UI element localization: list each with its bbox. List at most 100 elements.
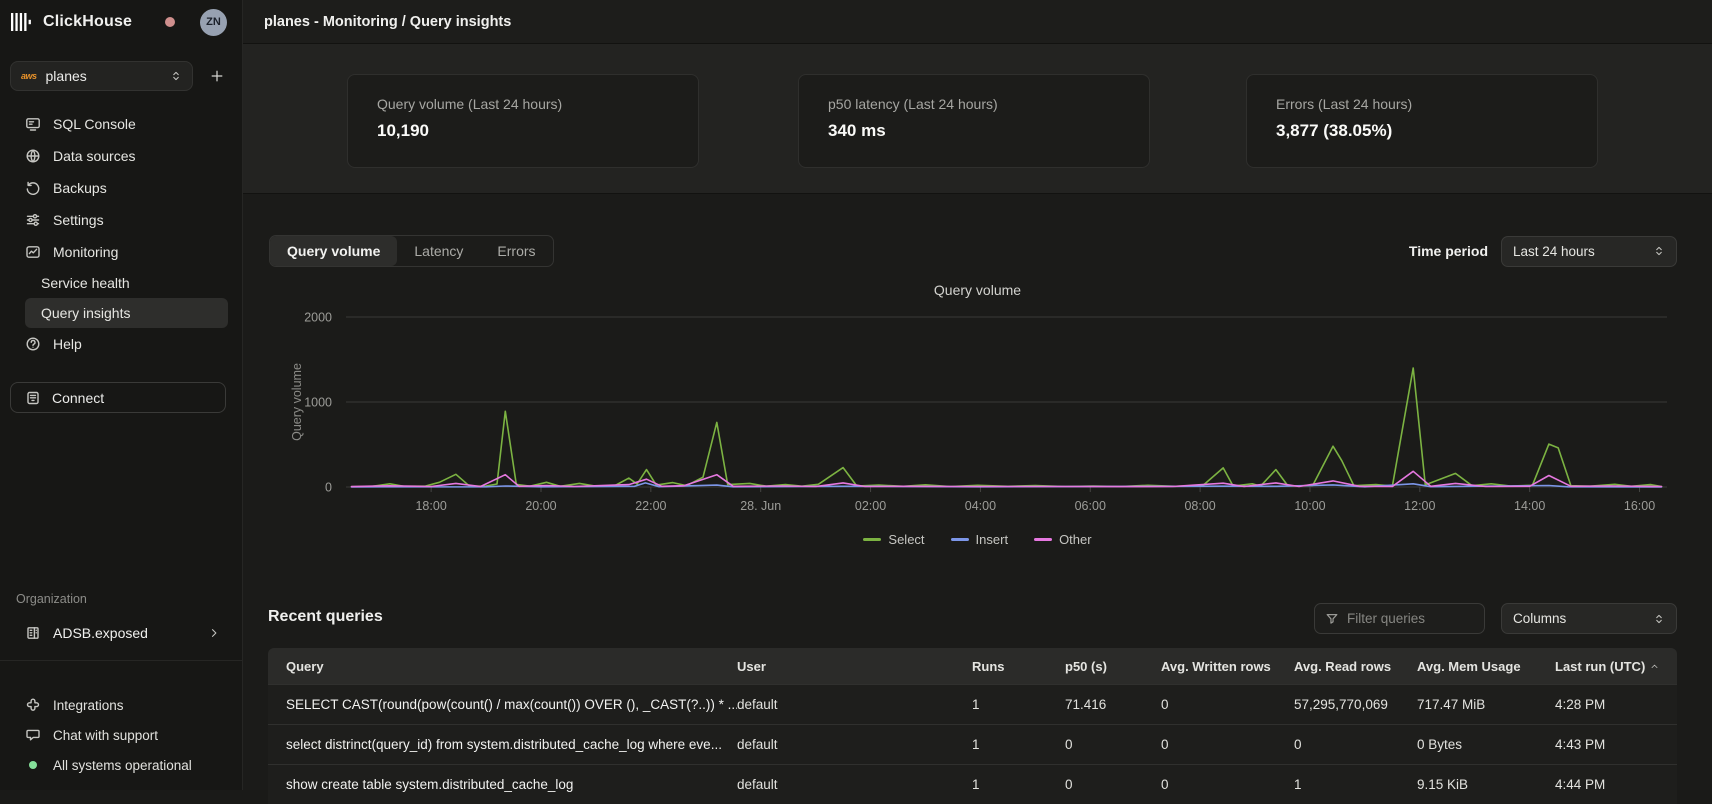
col-header-query[interactable]: Query bbox=[268, 659, 737, 674]
filter-queries-input[interactable] bbox=[1347, 611, 1467, 626]
svg-text:0: 0 bbox=[325, 481, 332, 495]
stat-card-errors: Errors (Last 24 hours) 3,877 (38.05%) bbox=[1246, 74, 1598, 168]
svg-text:08:00: 08:00 bbox=[1184, 499, 1215, 513]
breadcrumb: planes - Monitoring / Query insights bbox=[264, 14, 511, 30]
stat-value: 340 ms bbox=[828, 121, 1120, 141]
table-row[interactable]: select distrinct(query_id) from system.d… bbox=[268, 724, 1677, 764]
query-volume-chart-svg[interactable]: 01000200018:0020:0022:0028. Jun02:0004:0… bbox=[243, 300, 1712, 535]
sidebar-nav: SQL Console Data sources Backups Setting… bbox=[25, 108, 228, 360]
recent-queries-table: Query User Runs p50 (s) Avg. Written row… bbox=[268, 648, 1677, 804]
legend-dash bbox=[863, 538, 881, 541]
chat-bubble-icon bbox=[25, 727, 41, 743]
chevron-updown-icon bbox=[1653, 245, 1665, 257]
sort-asc-icon bbox=[1650, 662, 1659, 671]
stat-card-query-volume: Query volume (Last 24 hours) 10,190 bbox=[347, 74, 699, 168]
sidebar-item-settings[interactable]: Settings bbox=[25, 204, 228, 236]
console-icon bbox=[25, 116, 41, 132]
sidebar-item-help[interactable]: Help bbox=[25, 328, 228, 360]
sidebar-footer: Integrations Chat with support All syste… bbox=[25, 690, 228, 780]
chevron-updown-icon bbox=[1653, 613, 1665, 625]
history-restore-icon bbox=[25, 180, 41, 196]
sidebar-item-backups[interactable]: Backups bbox=[25, 172, 228, 204]
notification-dot-icon bbox=[165, 17, 175, 27]
svg-text:02:00: 02:00 bbox=[855, 499, 886, 513]
svg-text:10:00: 10:00 bbox=[1294, 499, 1325, 513]
legend-item-other[interactable]: Other bbox=[1034, 532, 1092, 547]
stat-label: Query volume (Last 24 hours) bbox=[377, 96, 669, 112]
sidebar-item-query-insights[interactable]: Query insights bbox=[25, 298, 228, 328]
svg-text:06:00: 06:00 bbox=[1075, 499, 1106, 513]
sidebar-item-service-health[interactable]: Service health bbox=[25, 268, 228, 298]
filter-funnel-icon bbox=[1325, 612, 1339, 626]
tab-errors[interactable]: Errors bbox=[480, 236, 552, 266]
time-period-select[interactable]: Last 24 hours bbox=[1501, 236, 1677, 267]
table-row[interactable]: show create table system.distributed_cac… bbox=[268, 764, 1677, 804]
sidebar-item-sql-console[interactable]: SQL Console bbox=[25, 108, 228, 140]
legend-dash bbox=[1034, 538, 1052, 541]
integrations-puzzle-icon bbox=[25, 697, 41, 713]
sidebar-header: ClickHouse ZN bbox=[0, 0, 242, 44]
stat-cards-band: Query volume (Last 24 hours) 10,190 p50 … bbox=[243, 44, 1712, 194]
add-service-button[interactable] bbox=[206, 65, 228, 87]
svg-text:2000: 2000 bbox=[304, 311, 332, 325]
service-selector-row: aws planes bbox=[10, 61, 232, 91]
col-header-last-run[interactable]: Last run (UTC) bbox=[1555, 659, 1677, 674]
svg-text:28. Jun: 28. Jun bbox=[740, 499, 781, 513]
stat-value: 10,190 bbox=[377, 121, 669, 141]
service-selector[interactable]: aws planes bbox=[10, 61, 193, 91]
svg-text:16:00: 16:00 bbox=[1624, 499, 1655, 513]
columns-select[interactable]: Columns bbox=[1501, 603, 1677, 634]
col-header-avg-written[interactable]: Avg. Written rows bbox=[1161, 659, 1294, 674]
legend-item-select[interactable]: Select bbox=[863, 532, 924, 547]
chart-legend: Select Insert Other bbox=[243, 532, 1712, 547]
integrations-link[interactable]: Integrations bbox=[25, 690, 228, 720]
help-icon bbox=[25, 336, 41, 352]
col-header-avg-read[interactable]: Avg. Read rows bbox=[1294, 659, 1417, 674]
globe-icon bbox=[25, 148, 41, 164]
organization-item[interactable]: ADSB.exposed bbox=[25, 618, 228, 648]
svg-text:12:00: 12:00 bbox=[1404, 499, 1435, 513]
svg-text:14:00: 14:00 bbox=[1514, 499, 1545, 513]
chevron-right-icon bbox=[208, 627, 220, 639]
organization-section-label: Organization bbox=[16, 592, 87, 606]
legend-dash bbox=[951, 538, 969, 541]
brand-title: ClickHouse bbox=[43, 13, 132, 31]
col-header-avg-mem[interactable]: Avg. Mem Usage bbox=[1417, 659, 1555, 674]
organization-name: ADSB.exposed bbox=[53, 625, 148, 641]
filter-queries-box bbox=[1314, 603, 1485, 634]
time-period-label: Time period bbox=[1409, 243, 1488, 259]
monitoring-chart-icon bbox=[25, 244, 41, 260]
main-area: planes - Monitoring / Query insights Que… bbox=[243, 0, 1712, 790]
building-icon bbox=[25, 625, 41, 641]
col-header-p50[interactable]: p50 (s) bbox=[1065, 659, 1161, 674]
chat-support-link[interactable]: Chat with support bbox=[25, 720, 228, 750]
svg-text:22:00: 22:00 bbox=[635, 499, 666, 513]
svg-text:20:00: 20:00 bbox=[525, 499, 556, 513]
col-header-user[interactable]: User bbox=[737, 659, 972, 674]
tab-latency[interactable]: Latency bbox=[397, 236, 480, 266]
stat-label: p50 latency (Last 24 hours) bbox=[828, 96, 1120, 112]
stat-value: 3,877 (38.05%) bbox=[1276, 121, 1568, 141]
recent-queries-title: Recent queries bbox=[268, 608, 383, 626]
col-header-runs[interactable]: Runs bbox=[972, 659, 1065, 674]
sidebar-divider bbox=[0, 660, 242, 661]
sidebar-item-monitoring[interactable]: Monitoring bbox=[25, 236, 228, 268]
user-avatar[interactable]: ZN bbox=[200, 9, 227, 36]
chart-title: Query volume bbox=[243, 282, 1712, 298]
status-ok-icon bbox=[29, 761, 37, 769]
svg-text:1000: 1000 bbox=[304, 396, 332, 410]
sidebar: ClickHouse ZN aws planes SQL Console Dat… bbox=[0, 0, 243, 790]
status-label: All systems operational bbox=[53, 758, 192, 773]
table-row[interactable]: SELECT CAST(round(pow(count() / max(coun… bbox=[268, 684, 1677, 724]
stat-label: Errors (Last 24 hours) bbox=[1276, 96, 1568, 112]
sliders-icon bbox=[25, 212, 41, 228]
system-status-link[interactable]: All systems operational bbox=[25, 750, 228, 780]
sidebar-item-data-sources[interactable]: Data sources bbox=[25, 140, 228, 172]
time-period-control: Time period Last 24 hours bbox=[1409, 235, 1677, 267]
service-name: planes bbox=[46, 68, 87, 84]
table-header-row: Query User Runs p50 (s) Avg. Written row… bbox=[268, 648, 1677, 684]
legend-item-insert[interactable]: Insert bbox=[951, 532, 1009, 547]
svg-text:18:00: 18:00 bbox=[415, 499, 446, 513]
connect-button[interactable]: Connect bbox=[10, 382, 226, 413]
tab-query-volume[interactable]: Query volume bbox=[270, 236, 397, 266]
